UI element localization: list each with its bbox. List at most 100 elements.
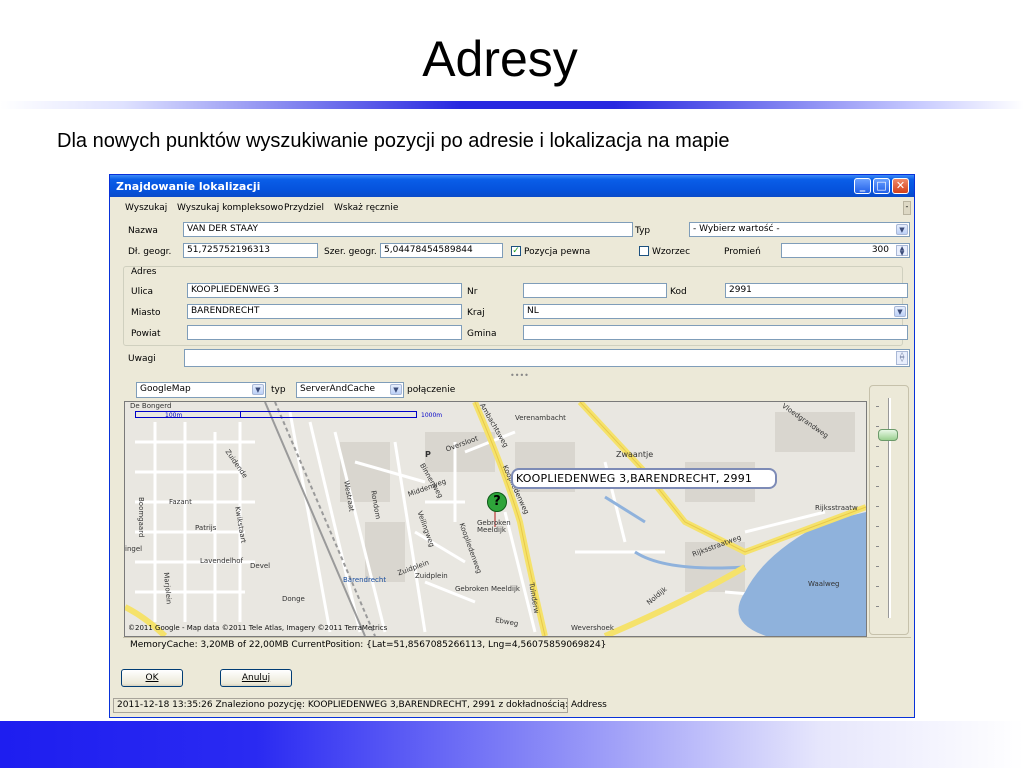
ulica-label: Ulica: [131, 287, 154, 297]
map-label-wevershoek: Wevershoek: [571, 624, 614, 632]
map-label-gebroken-meeldijk-2: Gebroken Meeldijk: [455, 585, 520, 593]
zoom-tick: [876, 406, 879, 407]
map-mode-value: ServerAndCache: [300, 384, 376, 394]
kraj-select[interactable]: NL ▼: [523, 304, 908, 319]
slide-subtitle: Dla nowych punktów wyszukiwanie pozycji …: [57, 130, 730, 152]
chevron-down-icon[interactable]: ▼: [252, 384, 264, 395]
slide-footer-band: [0, 721, 1024, 768]
window-title: Znajdowanie lokalizacji: [116, 180, 261, 193]
map-label-gebroken-meeldijk: Gebroken Meeldijk: [477, 519, 511, 534]
zoom-tick: [876, 606, 879, 607]
pozycja-pewna-checkbox[interactable]: ✓: [511, 246, 521, 256]
zoom-tick: [876, 586, 879, 587]
map-address-callout: KOOPLIEDENWEG 3,BARENDRECHT, 2991: [511, 468, 777, 489]
map-label-waalweg: Waalweg: [808, 580, 840, 588]
nr-input[interactable]: [523, 283, 667, 298]
menu-wskaz-recznie[interactable]: Wskaż ręcznie: [334, 203, 398, 213]
menu-przydziel[interactable]: Przydziel: [284, 203, 324, 213]
szer-geogr-label: Szer. geogr.: [324, 247, 377, 257]
map-label-patrijs: Patrijs: [195, 524, 217, 532]
chevron-down-icon[interactable]: ▼: [894, 306, 906, 317]
menu-bar: Wyszukaj Wyszukaj kompleksowo Przydziel …: [110, 200, 914, 216]
map-mode-select[interactable]: ServerAndCache ▼: [296, 382, 404, 398]
promien-label: Promień: [724, 247, 761, 257]
map-label-parking: P: [425, 450, 431, 459]
zoom-tick: [876, 566, 879, 567]
nazwa-input[interactable]: VAN DER STAAY: [183, 222, 633, 237]
gmina-input[interactable]: [523, 325, 908, 340]
promien-value: 300: [871, 245, 889, 255]
cancel-button[interactable]: Anuluj: [220, 669, 292, 687]
zoom-tick: [876, 506, 879, 507]
chevron-down-icon[interactable]: ▼: [896, 224, 908, 235]
map-label-zwaantje: Zwaantje: [616, 450, 654, 459]
bottom-status-bar: 2011-12-18 13:35:26 Znaleziono pozycję: …: [113, 698, 607, 713]
splitter-grip[interactable]: ••••: [510, 371, 529, 380]
promien-input[interactable]: 300 ▲ ▼: [781, 243, 910, 258]
typ-label: Typ: [635, 226, 651, 236]
chevron-down-icon: -: [905, 202, 909, 211]
scale-bar-100m: [135, 411, 241, 418]
map-label-rijksstraatweg-2: Rijksstraatw: [815, 504, 858, 512]
promien-spinner[interactable]: ▲ ▼: [896, 245, 908, 257]
map-label-donge: Donge: [282, 595, 305, 603]
map-label-fazant: Fazant: [169, 498, 192, 506]
szer-geogr-input[interactable]: 5,04478454589844: [380, 243, 503, 258]
nazwa-label: Nazwa: [128, 226, 158, 236]
zoom-tick: [876, 546, 879, 547]
map-view[interactable]: 100m 1000m De Bongerd Verenambacht Zwaan…: [124, 401, 867, 637]
connection-label: połączenie: [407, 385, 456, 395]
kraj-label: Kraj: [467, 308, 485, 318]
menu-overflow-button[interactable]: -: [903, 201, 911, 215]
powiat-input[interactable]: [187, 325, 462, 340]
zoom-panel: [869, 385, 909, 635]
memory-status: MemoryCache: 3,20MB of 22,00MB CurrentPo…: [123, 637, 911, 653]
map-label-verenambacht: Verenambacht: [515, 414, 566, 422]
kraj-select-value: NL: [527, 306, 539, 316]
map-copyright: ©2011 Google - Map data ©2011 Tele Atlas…: [128, 624, 388, 632]
window-titlebar[interactable]: Znajdowanie lokalizacji _ □ ✕: [110, 175, 914, 197]
kod-input[interactable]: 2991: [725, 283, 908, 298]
map-provider-value: GoogleMap: [140, 384, 191, 394]
menu-wyszukaj[interactable]: Wyszukaj: [125, 203, 167, 213]
zoom-slider-thumb[interactable]: [878, 429, 898, 441]
uwagi-textarea[interactable]: △ ▽: [184, 349, 910, 367]
location-marker-icon[interactable]: ?: [487, 492, 507, 512]
map-label-ingel: ingel: [125, 545, 143, 553]
zoom-tick: [876, 526, 879, 527]
map-provider-select[interactable]: GoogleMap ▼: [136, 382, 266, 398]
scale-label-1000: 1000m: [421, 412, 443, 419]
minimize-button[interactable]: _: [854, 178, 871, 194]
map-label-zuidplein-2: Zuidplein: [415, 572, 448, 580]
minimize-icon: _: [859, 179, 866, 192]
wzorzec-checkbox[interactable]: [639, 246, 649, 256]
zoom-tick: [876, 446, 879, 447]
ok-button[interactable]: OK: [121, 669, 183, 687]
maximize-icon: □: [876, 179, 887, 192]
typ-select-value: - Wybierz wartość -: [693, 224, 780, 234]
maximize-button[interactable]: □: [873, 178, 890, 194]
map-typ-label: typ: [271, 385, 286, 395]
checkmark-icon: ✓: [512, 246, 520, 256]
title-divider: [0, 101, 1024, 109]
menu-wyszukaj-kompleksowo[interactable]: Wyszukaj kompleksowo: [177, 203, 283, 213]
typ-select[interactable]: - Wybierz wartość - ▼: [689, 222, 910, 237]
zoom-tick: [876, 426, 879, 427]
close-icon: ✕: [895, 179, 906, 192]
wzorzec-label: Wzorzec: [652, 247, 691, 257]
miasto-input[interactable]: BARENDRECHT: [187, 304, 462, 319]
kod-label: Kod: [670, 287, 687, 297]
ulica-input[interactable]: KOOPLIEDENWEG 3: [187, 283, 462, 298]
dl-geogr-input[interactable]: 51,725752196313: [183, 243, 318, 258]
gmina-label: Gmina: [467, 329, 497, 339]
map-label-boomgaard: Boomgaard: [137, 497, 145, 538]
close-button[interactable]: ✕: [892, 178, 909, 194]
map-label-devel: Devel: [250, 562, 271, 570]
uwagi-scrollbar[interactable]: △ ▽: [896, 351, 908, 365]
chevron-down-icon[interactable]: ▼: [390, 384, 402, 395]
map-label-lavendelhof: Lavendelhof: [200, 557, 243, 565]
slide-title: Adresy: [422, 31, 578, 87]
miasto-label: Miasto: [131, 308, 161, 318]
dl-geogr-label: Dł. geogr.: [128, 247, 172, 257]
zoom-tick: [876, 466, 879, 467]
